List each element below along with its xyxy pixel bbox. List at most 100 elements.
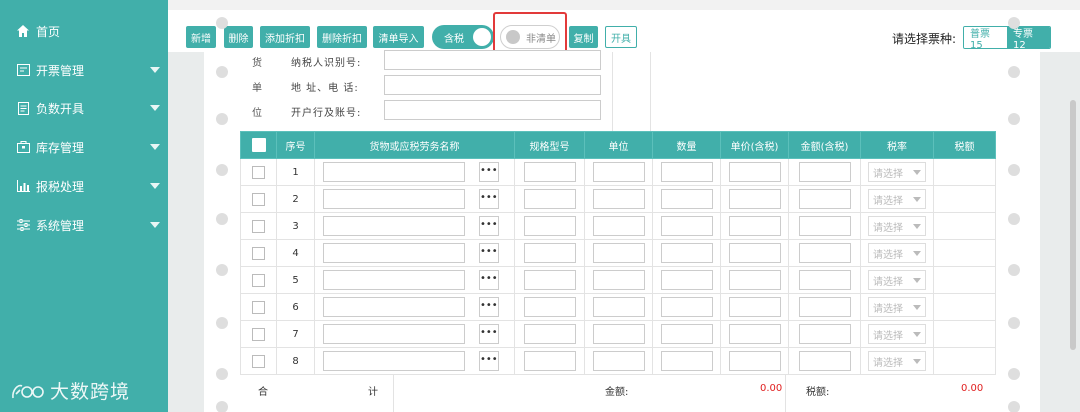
tax-rate-select[interactable]: 请选择 [868, 324, 926, 344]
row-checkbox[interactable] [252, 246, 265, 260]
row-checkbox[interactable] [252, 165, 265, 179]
unit-input[interactable] [592, 243, 645, 263]
more-options-button[interactable]: ••• [479, 351, 499, 371]
add-discount-button[interactable]: 添加折扣 [260, 26, 310, 48]
unit-input[interactable] [592, 162, 645, 182]
quantity-input[interactable] [660, 162, 713, 182]
spec-input[interactable] [523, 270, 576, 290]
row-number: 4 [276, 239, 315, 267]
spec-input[interactable] [523, 162, 576, 182]
more-options-button[interactable]: ••• [479, 324, 499, 344]
goods-name-input[interactable] [323, 216, 465, 236]
unit-input[interactable] [592, 351, 645, 371]
quantity-input[interactable] [660, 351, 713, 371]
more-options-button[interactable]: ••• [479, 270, 499, 290]
spec-input[interactable] [523, 351, 576, 371]
unit-input[interactable] [592, 189, 645, 209]
unit-input[interactable] [592, 216, 645, 236]
goods-name-input[interactable] [323, 162, 465, 182]
address-phone-input[interactable] [384, 75, 601, 95]
tax-included-toggle[interactable]: 含税 [432, 25, 494, 49]
quantity-cell [652, 266, 721, 294]
select-all-checkbox[interactable] [251, 138, 266, 152]
normal-ticket-option[interactable]: 普票 15 [964, 27, 1007, 48]
amount-input[interactable] [798, 162, 851, 182]
more-options-button[interactable]: ••• [479, 162, 499, 182]
row-checkbox[interactable] [252, 327, 265, 341]
unit-price-input[interactable] [728, 162, 781, 182]
more-options-button[interactable]: ••• [479, 189, 499, 209]
more-options-button[interactable]: ••• [479, 297, 499, 317]
chevron-down-icon [913, 223, 921, 229]
goods-name-input[interactable] [323, 324, 465, 344]
row-checkbox[interactable] [252, 300, 265, 314]
tax-rate-select[interactable]: 请选择 [868, 270, 926, 290]
tax-rate-select[interactable]: 请选择 [868, 162, 926, 182]
special-ticket-option[interactable]: 专票 12 [1007, 27, 1050, 48]
sidebar-item-tax-filing[interactable]: 报税处理 [0, 167, 168, 205]
unit-price-input[interactable] [728, 297, 781, 317]
taxpayer-id-input[interactable] [384, 50, 601, 70]
row-number: 1 [276, 158, 315, 186]
row-checkbox[interactable] [252, 273, 265, 287]
row-checkbox[interactable] [252, 219, 265, 233]
spec-input[interactable] [523, 189, 576, 209]
quantity-input[interactable] [660, 189, 713, 209]
goods-name-input[interactable] [323, 189, 465, 209]
sidebar-item-inventory[interactable]: 库存管理 [0, 128, 168, 166]
sidebar-item-invoice-management[interactable]: 开票管理 [0, 51, 168, 89]
row-checkbox[interactable] [252, 354, 265, 368]
quantity-input[interactable] [660, 324, 713, 344]
delete-button[interactable]: 删除 [224, 26, 253, 48]
spec-input[interactable] [523, 324, 576, 344]
tax-rate-select[interactable]: 请选择 [868, 243, 926, 263]
quantity-input[interactable] [660, 270, 713, 290]
spec-input[interactable] [523, 243, 576, 263]
unit-price-input[interactable] [728, 189, 781, 209]
delete-discount-button[interactable]: 删除折扣 [317, 26, 367, 48]
tax-rate-select[interactable]: 请选择 [868, 351, 926, 371]
unit-input[interactable] [592, 297, 645, 317]
unit-price-input[interactable] [728, 243, 781, 263]
punch-hole [216, 317, 228, 329]
scrollbar[interactable] [1070, 100, 1076, 350]
list-import-button[interactable]: 清单导入 [373, 26, 424, 48]
punch-hole [1008, 17, 1020, 29]
amount-input[interactable] [798, 351, 851, 371]
sidebar-item-home[interactable]: 首页 [0, 12, 168, 50]
add-button[interactable]: 新增 [186, 26, 216, 48]
table-header-row: 序号 货物或应税劳务名称 规格型号 单位 数量 单价(含税) 金额(含税) 税率… [240, 131, 996, 159]
amount-input[interactable] [798, 243, 851, 263]
more-options-button[interactable]: ••• [479, 216, 499, 236]
copy-button[interactable]: 复制 [569, 26, 598, 48]
spec-input[interactable] [523, 297, 576, 317]
more-options-button[interactable]: ••• [479, 243, 499, 263]
bank-account-input[interactable] [384, 100, 601, 120]
amount-input[interactable] [798, 216, 851, 236]
amount-input[interactable] [798, 189, 851, 209]
amount-input[interactable] [798, 297, 851, 317]
unit-input[interactable] [592, 324, 645, 344]
goods-name-input[interactable] [323, 243, 465, 263]
goods-name-input[interactable] [323, 297, 465, 317]
tax-rate-select[interactable]: 请选择 [868, 216, 926, 236]
amount-input[interactable] [798, 270, 851, 290]
unit-price-input[interactable] [728, 324, 781, 344]
unit-price-input[interactable] [728, 270, 781, 290]
sidebar-item-negative-issue[interactable]: 负数开具 [0, 89, 168, 127]
goods-name-input[interactable] [323, 351, 465, 371]
sidebar-item-system[interactable]: 系统管理 [0, 206, 168, 244]
quantity-input[interactable] [660, 243, 713, 263]
unit-price-input[interactable] [728, 216, 781, 236]
amount-input[interactable] [798, 324, 851, 344]
unit-input[interactable] [592, 270, 645, 290]
quantity-input[interactable] [660, 216, 713, 236]
spec-input[interactable] [523, 216, 576, 236]
tax-rate-select[interactable]: 请选择 [868, 189, 926, 209]
row-checkbox[interactable] [252, 192, 265, 206]
goods-name-input[interactable] [323, 270, 465, 290]
unit-price-input[interactable] [728, 351, 781, 371]
tax-rate-select[interactable]: 请选择 [868, 297, 926, 317]
issue-button[interactable]: 开具 [605, 26, 637, 48]
quantity-input[interactable] [660, 297, 713, 317]
